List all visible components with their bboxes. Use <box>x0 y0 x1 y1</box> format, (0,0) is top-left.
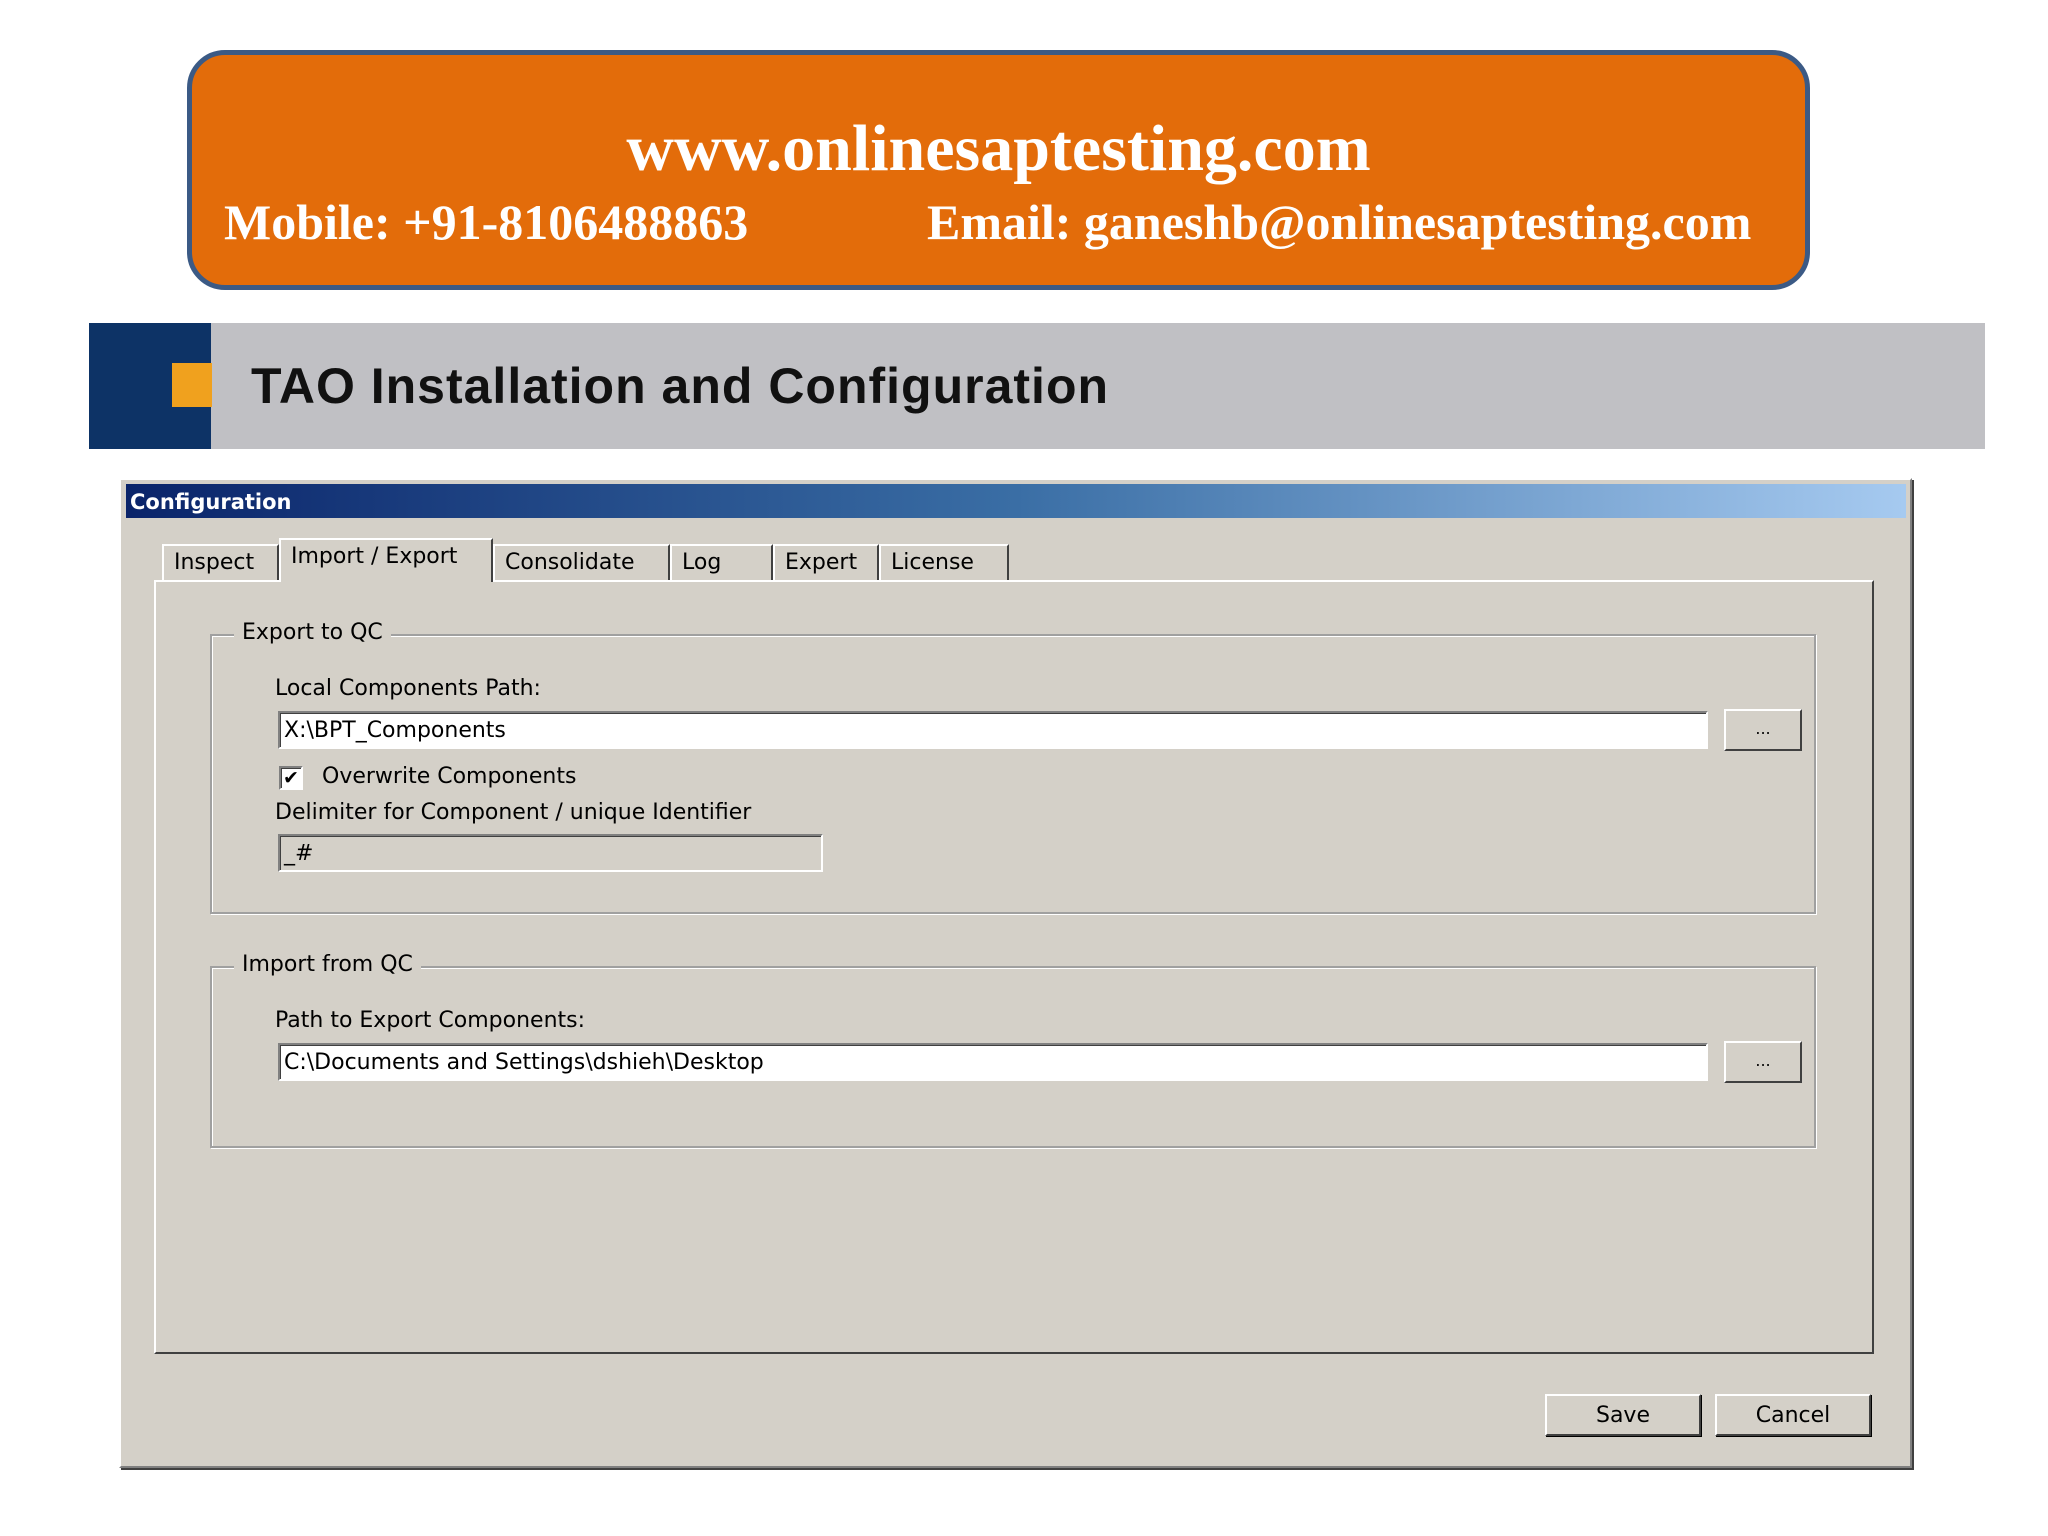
tab-expert[interactable]: Expert <box>773 544 879 580</box>
delimiter-label: Delimiter for Component / unique Identif… <box>275 800 752 825</box>
export-components-path-input[interactable]: C:\Documents and Settings\dshieh\Desktop <box>278 1043 1708 1081</box>
browse-local-path-button[interactable]: ... <box>1724 709 1802 751</box>
export-to-qc-group: Export to QC Local Components Path: X:\B… <box>210 620 1816 914</box>
tab-license[interactable]: License <box>879 544 1009 580</box>
overwrite-components-checkbox[interactable]: ✔ <box>279 766 303 790</box>
local-components-path-input[interactable]: X:\BPT_Components <box>278 711 1708 749</box>
contact-banner: www.onlinesaptesting.com Mobile: +91-810… <box>187 50 1810 290</box>
delimiter-input[interactable]: _# <box>278 834 823 872</box>
local-components-path-label: Local Components Path: <box>275 676 541 701</box>
configuration-dialog: Configuration Inspect Import / Export Co… <box>119 478 1912 1468</box>
cancel-button[interactable]: Cancel <box>1715 1394 1871 1436</box>
tab-consolidate[interactable]: Consolidate <box>493 544 670 580</box>
email-address: Email: ganeshb@onlinesaptesting.com <box>927 194 1752 250</box>
dialog-title-bar[interactable]: Configuration <box>126 484 1906 518</box>
slide-title-bar: TAO Installation and Configuration <box>89 323 1985 449</box>
overwrite-components-label: Overwrite Components <box>322 764 577 789</box>
import-from-qc-group: Import from QC Path to Export Components… <box>210 952 1816 1148</box>
slide-title: TAO Installation and Configuration <box>251 358 1110 414</box>
website-url: www.onlinesaptesting.com <box>626 112 1371 185</box>
export-group-title: Export to QC <box>234 620 391 645</box>
import-group-title: Import from QC <box>234 952 421 977</box>
save-button[interactable]: Save <box>1545 1394 1701 1436</box>
import-export-panel: Export to QC Local Components Path: X:\B… <box>154 580 1874 1354</box>
tab-inspect[interactable]: Inspect <box>162 544 279 580</box>
browse-export-path-button[interactable]: ... <box>1724 1041 1802 1083</box>
tab-log[interactable]: Log <box>670 544 773 580</box>
mobile-number: Mobile: +91-8106488863 <box>224 194 749 250</box>
title-bullet-square <box>172 363 212 407</box>
export-components-path-label: Path to Export Components: <box>275 1008 586 1033</box>
tab-import-export[interactable]: Import / Export <box>279 538 493 582</box>
